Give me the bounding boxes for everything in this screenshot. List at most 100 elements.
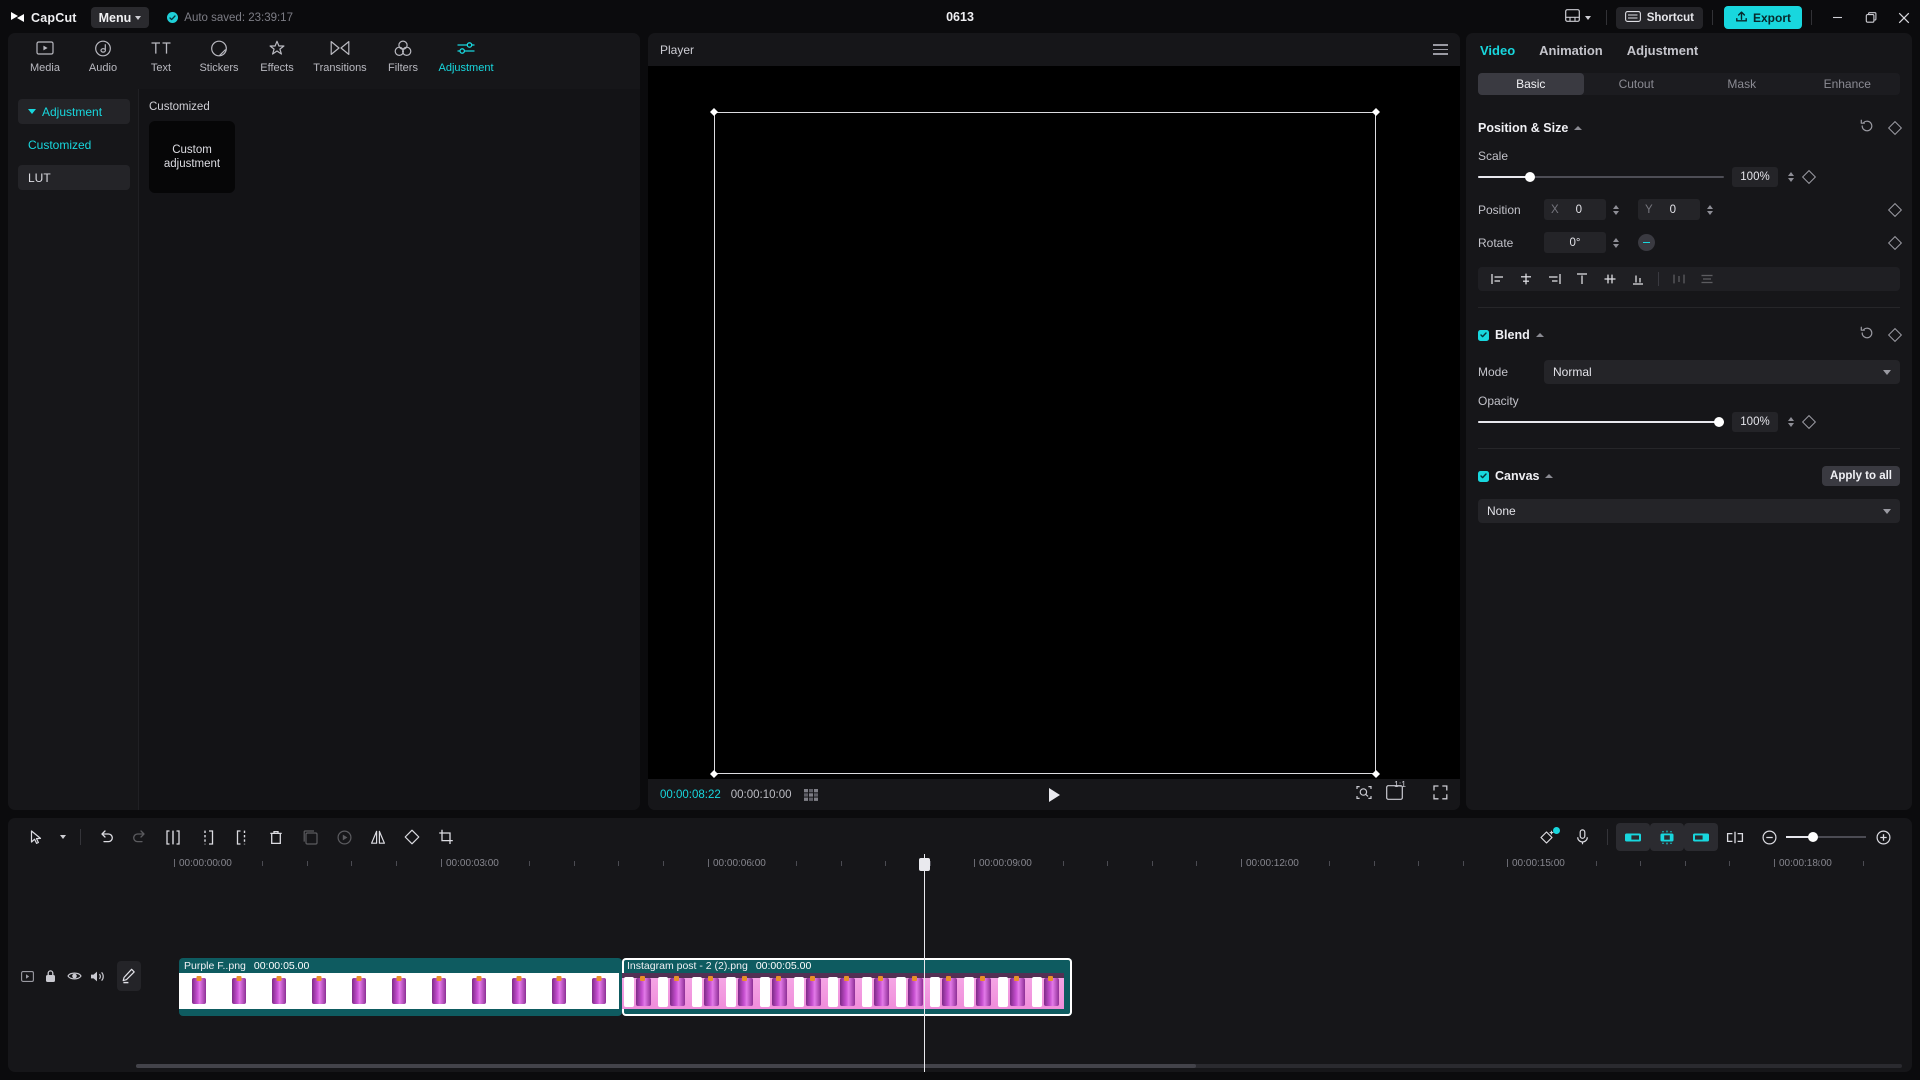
resize-handle-bottom-right[interactable] (1372, 770, 1380, 778)
select-tool-dropdown-icon[interactable] (54, 823, 72, 851)
zoom-out-icon[interactable] (1752, 823, 1786, 851)
player-menu-icon[interactable] (1433, 44, 1448, 55)
select-tool-icon[interactable] (20, 823, 54, 851)
timeline-clip[interactable]: Purple F..png 00:00:05.00 (179, 958, 622, 1016)
canvas-checkbox[interactable] (1478, 470, 1489, 482)
fullscreen-icon[interactable] (1433, 784, 1448, 805)
shortcut-button[interactable]: Shortcut (1615, 6, 1703, 29)
reset-icon[interactable] (1860, 326, 1874, 345)
trim-end-icon[interactable] (225, 823, 259, 851)
slider-knob[interactable] (1525, 172, 1535, 182)
mirror-icon[interactable] (361, 823, 395, 851)
maximize-button[interactable] (1854, 0, 1887, 35)
nav-tab-audio[interactable]: Audio (74, 33, 132, 74)
rotate-input[interactable]: 0° (1544, 232, 1606, 253)
menu-button[interactable]: Menu (90, 7, 150, 28)
custom-adjustment-card[interactable]: Custom adjustment (149, 121, 235, 193)
aspect-ratio-button[interactable]: 1:1 (1385, 779, 1419, 805)
chevron-up-icon[interactable] (1574, 126, 1583, 130)
visibility-icon[interactable] (62, 964, 85, 989)
reset-icon[interactable] (1860, 119, 1874, 138)
scale-keyframe-icon[interactable] (1801, 169, 1817, 185)
auto-enhance-icon[interactable] (1531, 823, 1565, 851)
align-middle-icon[interactable] (1596, 267, 1624, 291)
nav-tab-transitions[interactable]: Transitions (306, 33, 374, 74)
close-button[interactable] (1887, 0, 1920, 35)
keyframe-icon[interactable] (1887, 120, 1903, 136)
layout-switch-button[interactable] (1559, 6, 1597, 30)
rotate-dial[interactable] (1638, 234, 1655, 251)
nav-tab-adjustment[interactable]: Adjustment (432, 33, 500, 74)
rotate-icon[interactable] (395, 823, 429, 851)
split-icon[interactable] (157, 823, 191, 851)
lock-icon[interactable] (39, 964, 62, 989)
nav-tab-effects[interactable]: Effects (248, 33, 306, 74)
resize-handle-top-left[interactable] (710, 108, 718, 116)
mute-icon[interactable] (86, 964, 109, 989)
canvas-select[interactable]: None (1478, 499, 1900, 523)
nav-tab-filters[interactable]: Filters (374, 33, 432, 74)
position-keyframe-icon[interactable] (1887, 202, 1903, 217)
position-x-input[interactable]: X 0 (1544, 199, 1606, 220)
sidebar-item-customized[interactable]: Customized (18, 132, 130, 157)
nav-tab-stickers[interactable]: Stickers (190, 33, 248, 74)
apply-to-all-button[interactable]: Apply to all (1822, 466, 1900, 486)
record-voiceover-icon[interactable] (1565, 823, 1599, 851)
trim-start-icon[interactable] (191, 823, 225, 851)
minimize-button[interactable] (1821, 0, 1854, 35)
opacity-keyframe-icon[interactable] (1801, 414, 1817, 430)
position-y-input[interactable]: Y 0 (1638, 199, 1700, 220)
opacity-input[interactable]: 100% (1732, 412, 1778, 432)
sidebar-item-adjustment[interactable]: Adjustment (18, 99, 130, 124)
playhead-handle[interactable] (919, 858, 930, 871)
tab-animation[interactable]: Animation (1539, 43, 1603, 58)
align-left-icon[interactable] (1484, 267, 1512, 291)
sidebar-item-lut[interactable]: LUT (18, 165, 130, 190)
align-top-icon[interactable] (1568, 267, 1596, 291)
snap-left-icon[interactable] (1616, 823, 1650, 851)
nav-tab-text[interactable]: Text (132, 33, 190, 74)
nav-tab-media[interactable]: Media (16, 33, 74, 74)
resize-handle-bottom-left[interactable] (710, 770, 718, 778)
subtab-cutout[interactable]: Cutout (1584, 73, 1690, 95)
slider-knob[interactable] (1808, 832, 1818, 842)
grid-view-icon[interactable] (803, 788, 818, 801)
opacity-stepper[interactable] (1786, 417, 1796, 427)
zoom-to-fit-icon[interactable] (1356, 785, 1372, 805)
blend-checkbox[interactable] (1478, 329, 1489, 341)
resize-handle-top-right[interactable] (1372, 108, 1380, 116)
rotate-keyframe-icon[interactable] (1887, 235, 1903, 250)
adsorb-icon[interactable] (1718, 823, 1752, 851)
export-button[interactable]: Export (1723, 6, 1802, 29)
tab-video[interactable]: Video (1480, 43, 1515, 58)
scrollbar-thumb[interactable] (136, 1064, 1196, 1068)
timeline-zoom-slider[interactable] (1786, 831, 1866, 843)
chevron-up-icon[interactable] (1535, 333, 1544, 337)
video-canvas[interactable] (710, 108, 1380, 778)
align-center-horizontal-icon[interactable] (1512, 267, 1540, 291)
scale-slider[interactable] (1478, 170, 1724, 184)
tab-adjustment[interactable]: Adjustment (1627, 43, 1699, 58)
subtab-basic[interactable]: Basic (1478, 73, 1584, 95)
position-x-stepper[interactable] (1611, 204, 1621, 215)
delete-icon[interactable] (259, 823, 293, 851)
preview-stage[interactable] (648, 66, 1460, 779)
align-bottom-icon[interactable] (1624, 267, 1652, 291)
play-button[interactable] (1048, 787, 1060, 802)
scale-input[interactable]: 100% (1732, 167, 1778, 187)
align-right-icon[interactable] (1540, 267, 1568, 291)
keyframe-icon[interactable] (1887, 327, 1903, 343)
scale-stepper[interactable] (1786, 172, 1796, 182)
subtab-enhance[interactable]: Enhance (1795, 73, 1901, 95)
undo-icon[interactable] (89, 823, 123, 851)
snap-right-icon[interactable] (1684, 823, 1718, 851)
position-y-stepper[interactable] (1705, 204, 1715, 215)
slider-knob[interactable] (1714, 417, 1724, 427)
edit-track-button[interactable] (116, 961, 142, 991)
zoom-in-icon[interactable] (1866, 823, 1900, 851)
timeline-hscrollbar[interactable] (136, 1064, 1902, 1068)
blend-mode-select[interactable]: Normal (1544, 360, 1900, 384)
subtab-mask[interactable]: Mask (1689, 73, 1795, 95)
timeline-ruler[interactable]: 00:00:00:00 00:00:03:00 00:00:06:00 00:0… (8, 856, 1912, 878)
crop-icon[interactable] (429, 823, 463, 851)
